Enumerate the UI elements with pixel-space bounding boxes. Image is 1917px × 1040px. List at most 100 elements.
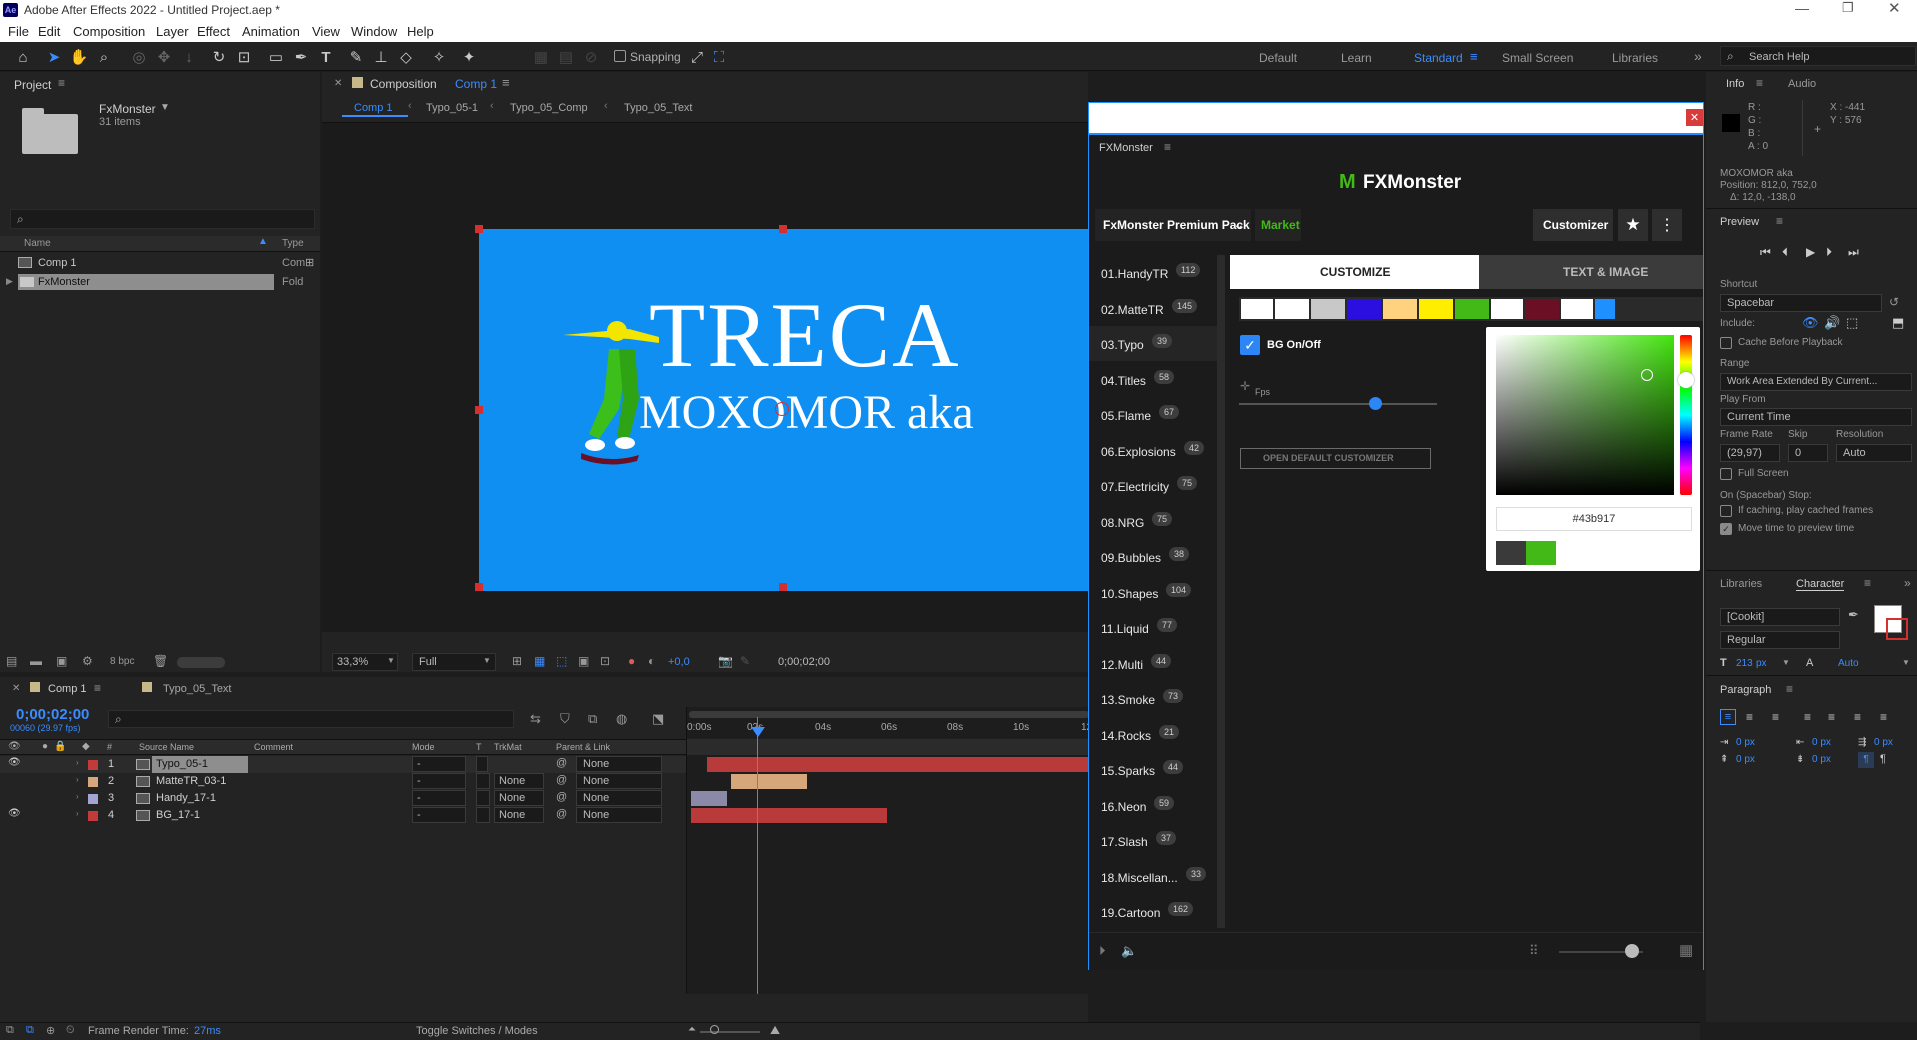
- workspace-standard[interactable]: Standard: [1414, 51, 1463, 65]
- category-scrollbar[interactable]: [1217, 255, 1225, 928]
- pickwhip-icon[interactable]: @: [556, 808, 567, 820]
- col-source-name[interactable]: Source Name: [139, 742, 194, 752]
- frame-blending-icon[interactable]: ⧉: [588, 711, 597, 727]
- stroke-color-swatch[interactable]: [1886, 618, 1908, 640]
- close-tab-icon[interactable]: ✕: [12, 683, 20, 694]
- preserve-transparency[interactable]: [476, 807, 490, 823]
- hex-input[interactable]: #43b917: [1496, 507, 1692, 531]
- visibility-eye-icon[interactable]: 👁: [8, 808, 21, 819]
- space-before-value[interactable]: 0 px: [1736, 754, 1755, 765]
- menu-effect[interactable]: Effect: [197, 24, 230, 39]
- pickwhip-icon[interactable]: @: [556, 757, 567, 769]
- graph-editor-icon[interactable]: ⬔: [652, 711, 664, 727]
- bg-toggle-checkbox[interactable]: ✓: [1240, 335, 1260, 355]
- transfer-controls-icon[interactable]: ⊕: [46, 1024, 55, 1037]
- parent-select[interactable]: None: [576, 790, 662, 806]
- play-preview-icon[interactable]: ⏵: [1099, 943, 1106, 959]
- pan-tool-icon[interactable]: ✥: [153, 46, 175, 68]
- layer-name[interactable]: BG_17-1: [156, 809, 200, 821]
- category-item[interactable]: 16.Neon 59: [1089, 788, 1217, 823]
- align-right-icon[interactable]: ≡: [1772, 710, 1779, 724]
- minimize-icon[interactable]: —: [1795, 0, 1809, 16]
- comp-viewer[interactable]: TRECA MOXOMOR aka: [322, 123, 1088, 632]
- layer-bar-1[interactable]: [707, 757, 1089, 772]
- timeline-zoom-slider[interactable]: [700, 1031, 760, 1033]
- close-plugin-icon[interactable]: ✕: [1686, 109, 1703, 126]
- snap-edges-icon[interactable]: ⤢: [686, 46, 708, 68]
- color-swatch[interactable]: [1491, 299, 1523, 319]
- layer-label-color[interactable]: [88, 777, 98, 787]
- project-row[interactable]: Comp 1 Com ⊞: [0, 254, 320, 272]
- color-picker-handle-icon[interactable]: [1641, 369, 1653, 381]
- fps-slider-knob[interactable]: [1369, 397, 1382, 410]
- shy-layers-icon[interactable]: ⛉: [560, 711, 570, 727]
- clone-stamp-icon[interactable]: ⊥: [370, 46, 392, 68]
- category-item[interactable]: 05.Flame 67: [1089, 397, 1217, 432]
- preserve-transparency[interactable]: [476, 756, 488, 772]
- col-type-header[interactable]: Type: [282, 238, 304, 249]
- fps-slider-track[interactable]: [1239, 403, 1437, 405]
- reset-icon[interactable]: ↺: [1889, 295, 1899, 309]
- tab-text-image[interactable]: TEXT & IMAGE: [1479, 255, 1703, 289]
- play-from-select[interactable]: Current Time: [1720, 408, 1912, 426]
- menu-window[interactable]: Window: [351, 24, 397, 39]
- mask-visibility-icon[interactable]: ⬚: [556, 654, 567, 668]
- workspace-small-screen[interactable]: Small Screen: [1502, 51, 1573, 65]
- shortcut-select[interactable]: Spacebar: [1720, 294, 1882, 312]
- col-trkmat[interactable]: TrkMat: [494, 742, 522, 752]
- pack-select[interactable]: FxMonster Premium Pack ⌄: [1095, 209, 1251, 241]
- puppet-pin-icon[interactable]: ✦: [458, 46, 480, 68]
- trkmat-select[interactable]: None: [494, 773, 544, 789]
- delete-icon[interactable]: 🗑: [153, 654, 168, 668]
- workspace-default[interactable]: Default: [1259, 51, 1297, 65]
- volume-icon[interactable]: 🔈: [1121, 943, 1137, 959]
- audio-tab[interactable]: Audio: [1788, 78, 1816, 90]
- rtl-direction-icon[interactable]: ¶: [1880, 753, 1886, 765]
- new-composition-icon[interactable]: ▣: [56, 654, 67, 668]
- range-select[interactable]: Work Area Extended By Current...: [1720, 373, 1912, 391]
- grid-large-icon[interactable]: ▦: [1679, 941, 1693, 959]
- more-workspaces-icon[interactable]: »: [1694, 48, 1702, 64]
- layer-label-color[interactable]: [88, 794, 98, 804]
- time-navigator[interactable]: [689, 711, 1089, 718]
- next-frame-icon[interactable]: ⏵: [1826, 245, 1832, 260]
- info-menu-icon[interactable]: ≡: [1756, 76, 1763, 90]
- current-timecode[interactable]: 0;00;02;00: [16, 706, 89, 723]
- fast-preview-icon[interactable]: ⊞: [512, 654, 522, 668]
- layer-name[interactable]: Typo_05-1: [156, 758, 208, 770]
- lock-icon[interactable]: [352, 77, 363, 88]
- hue-slider-knob[interactable]: [1678, 372, 1694, 388]
- category-item[interactable]: 02.MatteTR 145: [1089, 291, 1217, 326]
- category-item[interactable]: 11.Liquid 77: [1089, 610, 1217, 645]
- close-tab-icon[interactable]: ✕: [334, 78, 342, 89]
- comp-tab-prefix[interactable]: Composition: [370, 77, 437, 91]
- category-item[interactable]: 18.Miscellan... 33: [1089, 859, 1217, 894]
- play-icon[interactable]: ▶: [1806, 245, 1815, 259]
- category-item[interactable]: 19.Cartoon 162: [1089, 894, 1217, 929]
- grid-guides-icon[interactable]: ⊡: [600, 654, 610, 668]
- cache-before-playback-checkbox[interactable]: [1720, 337, 1732, 349]
- menu-help[interactable]: Help: [407, 24, 434, 39]
- layer-row[interactable]: 👁 › 4 BG_17-1 - None @ None: [0, 807, 690, 824]
- category-item[interactable]: 06.Explosions 42: [1089, 433, 1217, 468]
- parent-select[interactable]: None: [576, 773, 662, 789]
- font-size-value[interactable]: 213: [1736, 658, 1753, 669]
- exposure-value[interactable]: +0,0: [668, 656, 690, 668]
- category-item[interactable]: 08.NRG 75: [1089, 504, 1217, 539]
- project-row[interactable]: ▶ FxMonster Fold: [0, 273, 320, 291]
- snap-features-icon[interactable]: ⛶: [708, 46, 730, 68]
- category-item[interactable]: 15.Sparks 44: [1089, 752, 1217, 787]
- thumbnail-size-knob[interactable]: [1625, 944, 1639, 958]
- timeline-tab[interactable]: Typo_05_Text: [163, 683, 232, 695]
- skip-select[interactable]: 0: [1788, 444, 1828, 462]
- first-frame-icon[interactable]: ⏮: [1760, 245, 1771, 260]
- maximize-icon[interactable]: ❐: [1842, 0, 1854, 16]
- indent-left-value[interactable]: 0 px: [1736, 737, 1755, 748]
- toggle-switches-modes[interactable]: Toggle Switches / Modes: [416, 1025, 538, 1037]
- roto-brush-icon[interactable]: ✧: [428, 46, 450, 68]
- font-family-select[interactable]: [Cookit]: [1720, 608, 1840, 626]
- exposure-reset-icon[interactable]: ◐: [648, 654, 655, 668]
- project-menu-icon[interactable]: ≡: [58, 76, 65, 90]
- resolution-select[interactable]: Full ▼: [412, 653, 496, 671]
- home-icon[interactable]: ⌂: [12, 46, 34, 68]
